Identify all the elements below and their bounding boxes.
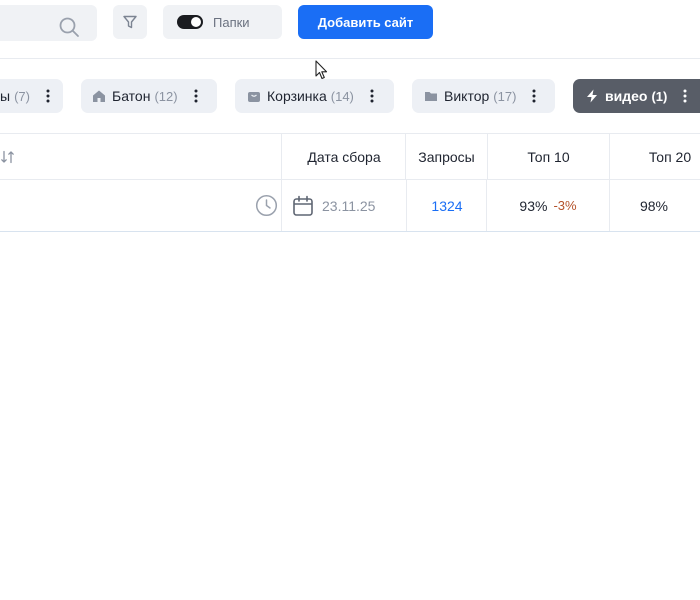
tab-label: ы bbox=[0, 88, 11, 104]
search-box[interactable] bbox=[0, 5, 97, 41]
toggle-switch[interactable] bbox=[177, 15, 203, 29]
top-toolbar: Папки Добавить сайт bbox=[0, 0, 700, 59]
column-header-requests[interactable]: Запросы bbox=[406, 134, 487, 179]
tab-folder-video[interactable]: видео (1) bbox=[573, 79, 700, 113]
clock-icon[interactable] bbox=[255, 194, 278, 217]
sites-table: Дата сбора Запросы Топ 10 Топ 20 23.11.2… bbox=[0, 134, 700, 232]
tab-label: видео bbox=[605, 88, 648, 104]
tab-count: (7) bbox=[14, 88, 30, 104]
sort-icon[interactable] bbox=[0, 149, 16, 165]
top20-cell: 98% bbox=[610, 180, 698, 231]
table-header: Дата сбора Запросы Топ 10 Топ 20 bbox=[0, 134, 700, 180]
tab-folder-baton[interactable]: Батон (12) bbox=[81, 79, 217, 113]
column-header-top10[interactable]: Топ 10 bbox=[488, 134, 609, 179]
column-header-date[interactable]: Дата сбора bbox=[282, 134, 406, 179]
tab-count: (17) bbox=[493, 88, 517, 104]
tab-folder-viktor[interactable]: Виктор (17) bbox=[412, 79, 555, 113]
tab-folder-korzinka[interactable]: Корзинка (14) bbox=[235, 79, 394, 113]
requests-cell: 1324 bbox=[407, 180, 487, 231]
tab-label: Батон bbox=[112, 88, 151, 104]
search-input[interactable] bbox=[0, 5, 60, 41]
more-vertical-icon[interactable] bbox=[40, 88, 56, 104]
search-icon[interactable] bbox=[58, 16, 80, 38]
add-site-button[interactable]: Добавить сайт bbox=[298, 5, 433, 39]
folder-tabs: ы (7) Батон (12) Корзинка (14) Виктор (1… bbox=[0, 60, 700, 134]
more-vertical-icon[interactable] bbox=[677, 88, 693, 104]
requests-link[interactable]: 1324 bbox=[431, 198, 462, 214]
tab-folder-1[interactable]: ы (7) bbox=[0, 79, 63, 113]
tab-count: (12) bbox=[154, 88, 178, 104]
top20-value: 98% bbox=[639, 197, 669, 214]
lightning-icon bbox=[587, 89, 597, 103]
column-header-top20[interactable]: Топ 20 bbox=[610, 134, 700, 179]
filter-icon bbox=[123, 15, 137, 29]
column-divider bbox=[281, 180, 282, 231]
tab-label: Корзинка bbox=[267, 88, 327, 104]
date-cell: 23.11.25 bbox=[292, 180, 404, 231]
more-vertical-icon[interactable] bbox=[188, 88, 204, 104]
filter-button[interactable] bbox=[113, 5, 147, 39]
home-icon bbox=[93, 90, 105, 102]
tab-label: Виктор bbox=[444, 88, 490, 104]
folders-toggle-label: Папки bbox=[213, 14, 250, 30]
tab-count: (14) bbox=[330, 88, 354, 104]
top10-value: 93% bbox=[519, 197, 548, 214]
table-row[interactable]: 23.11.25 1324 93% -3% 98% bbox=[0, 180, 700, 231]
folder-icon bbox=[425, 92, 437, 101]
shopping-bag-icon bbox=[248, 92, 260, 102]
top10-cell: 93% -3% bbox=[487, 180, 609, 231]
more-vertical-icon[interactable] bbox=[526, 88, 542, 104]
collection-date: 23.11.25 bbox=[322, 197, 376, 214]
top10-delta: -3% bbox=[553, 198, 577, 213]
calendar-icon bbox=[293, 195, 313, 216]
tab-count: (1) bbox=[651, 88, 668, 104]
folders-toggle[interactable]: Папки bbox=[163, 5, 282, 39]
more-vertical-icon[interactable] bbox=[364, 88, 380, 104]
